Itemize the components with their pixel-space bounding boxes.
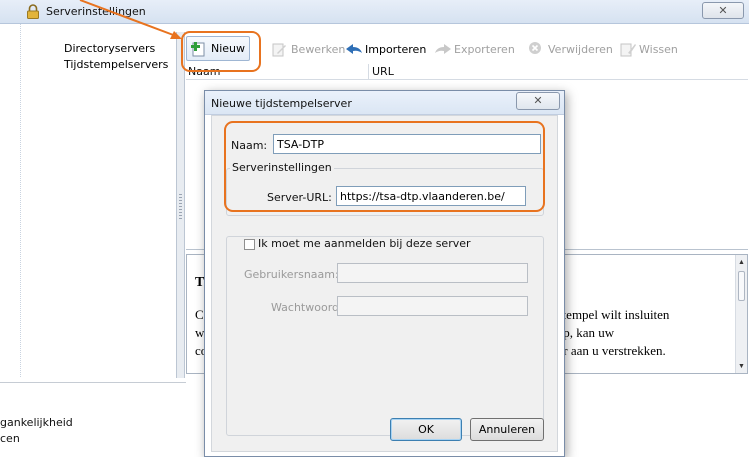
edit-button-label: Bewerken [291, 42, 346, 56]
server-url-field[interactable] [336, 186, 526, 206]
info-scrollbar[interactable]: ▲ ▼ [735, 255, 747, 373]
cancel-button[interactable]: Annuleren [470, 418, 544, 441]
window-title: Serverinstellingen [46, 5, 146, 18]
scroll-down-icon[interactable]: ▼ [738, 362, 745, 370]
pencil-icon [271, 41, 287, 57]
nav-pane: Directoryservers Tijdstempelservers [22, 32, 174, 382]
list-header: Naam URL [186, 64, 748, 80]
login-checkbox-label[interactable]: Ik moet me aanmelden bij deze server [256, 237, 473, 250]
clear-button-label: Wissen [639, 42, 678, 56]
import-button-label: Importeren [365, 42, 427, 56]
pane-splitter[interactable] [176, 32, 185, 390]
password-label: Wachtwoord: [271, 301, 343, 314]
info-line-right: dstempel wilt insluiten [551, 307, 670, 322]
column-separator [368, 64, 369, 80]
login-checkbox[interactable] [244, 239, 255, 250]
window-titlebar: Serverinstellingen ✕ [0, 0, 749, 24]
divider [0, 382, 186, 383]
info-line-right: ver aan u verstrekken. [551, 343, 666, 358]
clear-button[interactable]: Wissen [619, 39, 678, 59]
export-arrow-icon [434, 41, 451, 57]
nav-item-tijdstempelservers[interactable]: Tijdstempelservers [64, 58, 168, 71]
dialog-title: Nieuwe tijdstempelserver [211, 97, 352, 110]
scroll-up-icon[interactable]: ▲ [738, 258, 745, 266]
splitter-grip [179, 194, 182, 220]
window-close-button[interactable]: ✕ [702, 2, 744, 19]
new-button-label: Nieuw [211, 42, 246, 55]
new-timestamp-server-dialog: Nieuwe tijdstempelserver ✕ Naam: Serveri… [204, 90, 565, 457]
server-url-label: Server-URL: [267, 191, 332, 204]
username-label: Gebruikersnaam: [244, 268, 339, 281]
server-settings-group-label: Serverinstellingen [230, 161, 334, 174]
dialog-content: Naam: Serverinstellingen Server-URL: Ik … [211, 115, 558, 452]
export-button-label: Exporteren [454, 42, 515, 56]
name-field[interactable] [273, 134, 541, 154]
bottom-link[interactable]: cen [0, 432, 20, 445]
import-button[interactable]: Importeren [345, 39, 426, 59]
password-field[interactable] [337, 296, 528, 316]
export-button[interactable]: Exporteren [434, 39, 515, 59]
scroll-thumb[interactable] [738, 271, 745, 301]
column-header-name[interactable]: Naam [188, 65, 220, 78]
bottom-nav-fragment: gankelijkheid cen [0, 378, 186, 457]
dialog-titlebar: Nieuwe tijdstempelserver ✕ [205, 91, 564, 115]
delete-button[interactable]: Verwijderen [528, 39, 613, 59]
eraser-icon [619, 41, 636, 57]
nav-item-directoryservers[interactable]: Directoryservers [64, 42, 155, 55]
name-label: Naam: [231, 139, 268, 152]
new-button[interactable]: Nieuw [186, 36, 251, 61]
delete-icon [528, 41, 544, 57]
edit-button[interactable]: Bewerken [271, 39, 345, 59]
import-arrow-icon [345, 41, 362, 57]
dialog-close-button[interactable]: ✕ [516, 92, 560, 110]
ok-button[interactable]: OK [390, 418, 462, 441]
delete-button-label: Verwijderen [548, 42, 613, 56]
lock-icon [26, 4, 40, 22]
username-field[interactable] [337, 263, 528, 283]
bottom-link[interactable]: gankelijkheid [0, 416, 73, 429]
toolbar: Nieuw Bewerken Importeren Exporteren Ver… [186, 34, 748, 64]
add-icon [191, 41, 207, 57]
column-header-url[interactable]: URL [372, 65, 394, 78]
